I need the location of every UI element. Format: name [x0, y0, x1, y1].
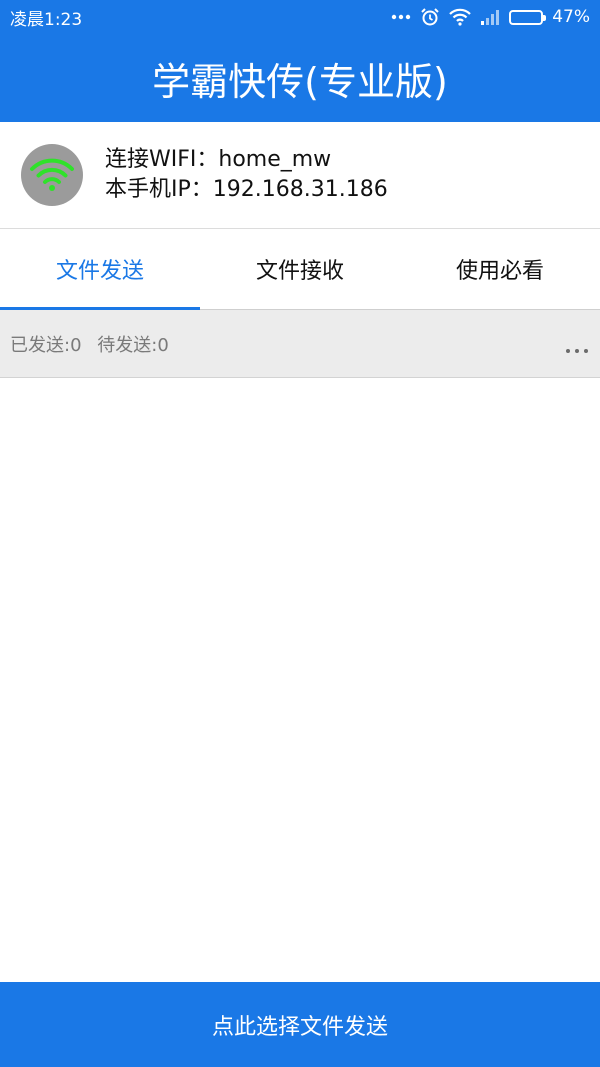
- alarm-icon: [420, 7, 440, 27]
- wifi-details: 连接WIFI：home_mw 本手机IP：192.168.31.186: [105, 145, 388, 205]
- battery-percent: 47%: [552, 7, 590, 27]
- signal-icon: [480, 9, 500, 25]
- tab-file-send[interactable]: 文件发送: [0, 229, 200, 310]
- tab-bar: 文件发送 文件接收 使用必看: [0, 229, 600, 310]
- tab-usage-guide[interactable]: 使用必看: [400, 229, 600, 309]
- status-time: 凌晨1:23: [10, 9, 83, 30]
- more-dots-icon: [391, 14, 411, 20]
- status-bar: 凌晨1:23 47%: [0, 0, 600, 34]
- tab-file-receive[interactable]: 文件接收: [200, 229, 400, 309]
- status-icons: 47%: [391, 7, 590, 27]
- sent-count: 已发送:0: [10, 334, 82, 356]
- transfer-counters: 已发送:0 待发送:0: [10, 331, 169, 357]
- wifi-status-avatar: [21, 144, 83, 206]
- more-horizontal-icon[interactable]: [566, 335, 588, 353]
- app-header: 学霸快传(专业版): [0, 34, 600, 122]
- wifi-icon: [449, 8, 471, 26]
- select-file-send-button[interactable]: 点此选择文件发送: [0, 982, 600, 1067]
- file-list: [0, 378, 600, 982]
- tab-usage-guide-label: 使用必看: [455, 259, 544, 284]
- battery-icon: [509, 9, 547, 25]
- wifi-info-panel: 连接WIFI：home_mw 本手机IP：192.168.31.186: [0, 122, 600, 229]
- app-title: 学霸快传(专业版): [152, 59, 448, 104]
- device-ip-label: 本手机IP：192.168.31.186: [105, 177, 388, 202]
- tab-file-send-label: 文件发送: [55, 259, 144, 284]
- wifi-connected-label: 连接WIFI：home_mw: [105, 147, 332, 172]
- pending-count: 待发送:0: [97, 334, 169, 356]
- tab-file-receive-label: 文件接收: [255, 259, 344, 284]
- select-file-send-label: 点此选择文件发送: [211, 1014, 388, 1040]
- wifi-icon: [30, 158, 74, 191]
- transfer-counter-bar: 已发送:0 待发送:0: [0, 310, 600, 378]
